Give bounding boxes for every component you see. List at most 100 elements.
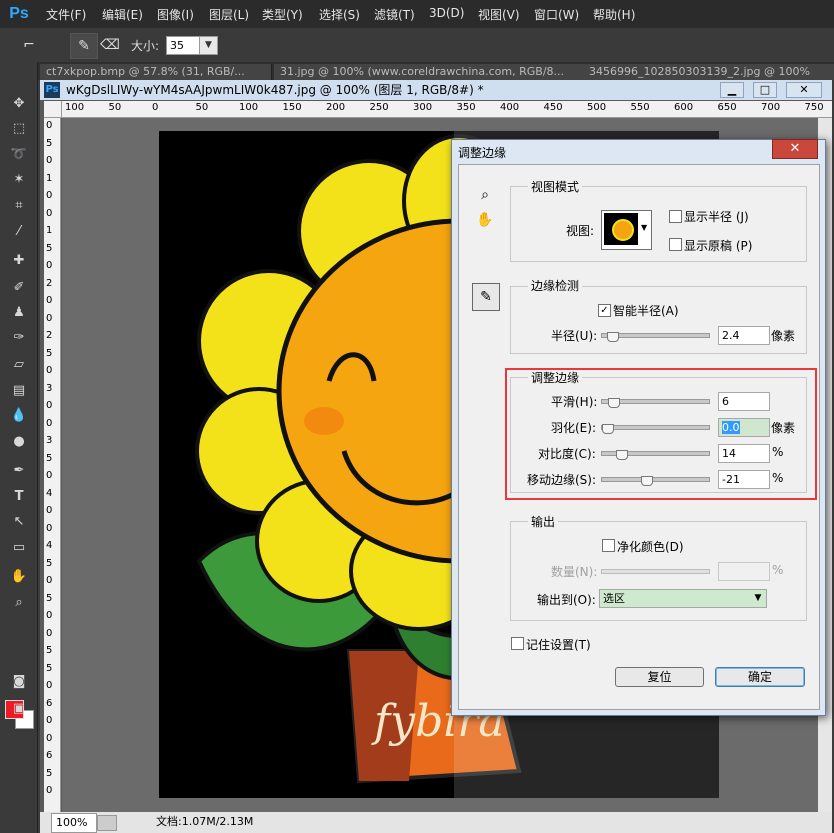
output-to-label: 输出到(O): bbox=[537, 593, 596, 607]
screen-mode-icon[interactable]: ▣ bbox=[8, 699, 30, 719]
decontaminate-checkbox[interactable] bbox=[602, 539, 615, 552]
ruler-top-tick-label: 400 bbox=[500, 102, 520, 113]
menu-3d[interactable]: 3D(D) bbox=[429, 6, 464, 20]
refine-radius-tool-icon[interactable]: ✎ bbox=[472, 283, 500, 311]
menu-image[interactable]: 图像(I) bbox=[157, 6, 194, 23]
menu-edit[interactable]: 编辑(E) bbox=[102, 6, 143, 23]
refine-radius-tool-icon[interactable]: ✎ bbox=[70, 33, 98, 59]
ruler-left-tick-label: 3 bbox=[46, 435, 53, 446]
move-tool-icon[interactable]: ✥ bbox=[8, 94, 30, 114]
history-brush-tool-icon[interactable]: ✑ bbox=[8, 328, 30, 348]
crop-tool-icon[interactable]: ⌗ bbox=[8, 196, 30, 216]
maximize-icon[interactable]: □ bbox=[753, 82, 777, 98]
chevron-down-icon[interactable]: ▼ bbox=[199, 36, 218, 55]
menu-layer[interactable]: 图层(L) bbox=[209, 6, 249, 23]
brush-tool-icon[interactable]: ✐ bbox=[8, 278, 30, 298]
tab-document-1[interactable]: ct7xkpop.bmp @ 57.8% (31, RGB/... bbox=[40, 64, 272, 80]
ruler-left-tick-label: 5 bbox=[46, 662, 53, 674]
ruler-left-tick-label: 0 bbox=[46, 610, 53, 621]
ruler-left-tick-label: 5 bbox=[46, 242, 53, 254]
dialog-close-button[interactable]: ✕ bbox=[772, 139, 818, 159]
ruler-top-tick-label: 650 bbox=[717, 102, 737, 113]
menu-window[interactable]: 窗口(W) bbox=[534, 6, 579, 23]
highlight-box bbox=[505, 368, 817, 500]
reset-button[interactable]: 复位 bbox=[615, 667, 704, 687]
zoom-tool-icon[interactable]: ⌕ bbox=[8, 593, 30, 613]
size-input[interactable]: 35 bbox=[166, 36, 201, 55]
pen-tool-icon[interactable]: ✒ bbox=[8, 461, 30, 481]
ruler-left-tick-label: 0 bbox=[46, 155, 53, 166]
radius-input[interactable]: 2.4 bbox=[718, 326, 770, 345]
tab-document-3[interactable]: 3456996_102850303139_2.jpg @ 100% bbox=[583, 64, 834, 80]
brush-preset-icon[interactable]: ⌐ bbox=[16, 33, 42, 57]
menu-file[interactable]: 文件(F) bbox=[46, 6, 86, 23]
lasso-tool-icon[interactable]: ➰ bbox=[8, 145, 30, 165]
size-label: 大小: bbox=[131, 39, 160, 53]
shape-tool-icon[interactable]: ▭ bbox=[8, 538, 30, 558]
gradient-tool-icon[interactable]: ▤ bbox=[8, 381, 30, 401]
ruler-left-tick-label: 0 bbox=[46, 312, 53, 324]
eraser-tool-icon[interactable]: ▱ bbox=[8, 355, 30, 375]
toolbox: ✥ ⬚ ➰ ✶ ⌗ ⁄ ✚ ✐ ♟ ✑ ▱ ▤ 💧 ● ✒ T ↖ ▭ ✋ ⌕ … bbox=[0, 62, 38, 833]
output-label: 输出 bbox=[528, 513, 559, 530]
document-size: 文档:1.07M/2.13M bbox=[156, 815, 254, 828]
clone-stamp-tool-icon[interactable]: ♟ bbox=[8, 303, 30, 323]
radius-slider[interactable] bbox=[601, 332, 710, 342]
menu-help[interactable]: 帮助(H) bbox=[593, 6, 635, 23]
view-mode-selector[interactable]: ▼ bbox=[601, 210, 652, 250]
chevron-down-icon: ▼ bbox=[641, 223, 648, 232]
status-arrow-icon[interactable] bbox=[97, 815, 117, 831]
marquee-tool-icon[interactable]: ⬚ bbox=[8, 119, 30, 139]
erase-refinements-tool-icon[interactable]: ⌫ bbox=[97, 33, 123, 57]
ruler-origin[interactable] bbox=[44, 101, 62, 118]
hand-tool-icon[interactable]: ✋ bbox=[8, 567, 30, 587]
remember-settings-checkbox[interactable] bbox=[511, 637, 524, 650]
magic-wand-tool-icon[interactable]: ✶ bbox=[8, 170, 30, 190]
chevron-down-icon[interactable]: ▼ bbox=[751, 590, 765, 607]
ruler-left-tick-label: 0 bbox=[46, 680, 53, 691]
show-original-checkbox[interactable] bbox=[669, 238, 682, 251]
ruler-top-tick-label: 100 bbox=[239, 102, 259, 113]
close-icon[interactable]: ✕ bbox=[786, 82, 822, 98]
ruler-left-tick-label: 1 bbox=[46, 225, 53, 236]
eyedropper-tool-icon[interactable]: ⁄ bbox=[8, 222, 30, 242]
path-selection-tool-icon[interactable]: ↖ bbox=[8, 512, 30, 532]
tab-document-2[interactable]: 31.jpg @ 100% (www.coreldrawchina.com, R… bbox=[274, 64, 596, 80]
amount-input bbox=[718, 562, 770, 581]
ruler-left-tick-label: 5 bbox=[46, 557, 53, 569]
hand-tool-icon[interactable]: ✋ bbox=[476, 212, 494, 230]
ruler-left-tick-label: 4 bbox=[46, 540, 53, 551]
smart-radius-checkbox[interactable]: ✓ bbox=[598, 304, 611, 317]
ruler-top-tick-label: 500 bbox=[587, 102, 607, 113]
ruler-left-tick-label: 5 bbox=[46, 452, 53, 464]
ok-button[interactable]: 确定 bbox=[715, 667, 805, 687]
minimize-icon[interactable]: ▁ bbox=[720, 82, 744, 98]
blur-tool-icon[interactable]: 💧 bbox=[8, 406, 30, 426]
smart-radius-label: 智能半径(A) bbox=[613, 304, 679, 318]
ruler-left-tick-label: 5 bbox=[46, 137, 53, 149]
show-radius-checkbox[interactable] bbox=[669, 210, 682, 223]
ruler-top-tick-label: 150 bbox=[282, 102, 302, 113]
radius-unit: 像素 bbox=[771, 329, 796, 343]
menu-type[interactable]: 类型(Y) bbox=[262, 6, 303, 23]
menu-view[interactable]: 视图(V) bbox=[478, 6, 520, 23]
ruler-top-tick-label: 100 bbox=[65, 102, 85, 113]
output-to-select[interactable]: 选区 bbox=[599, 589, 767, 608]
dodge-tool-icon[interactable]: ● bbox=[8, 432, 30, 452]
ruler-left-tick-label: 5 bbox=[46, 645, 53, 656]
healing-brush-tool-icon[interactable]: ✚ bbox=[8, 251, 30, 271]
menu-select[interactable]: 选择(S) bbox=[319, 6, 360, 23]
zoom-input[interactable]: 100% bbox=[51, 813, 97, 833]
radius-slider-thumb[interactable] bbox=[606, 332, 619, 342]
ruler-left-tick-label: 6 bbox=[46, 697, 53, 709]
menu-filter[interactable]: 滤镜(T) bbox=[374, 6, 415, 23]
quick-mask-icon[interactable]: ◙ bbox=[8, 672, 30, 692]
ruler-left-tick-label: 0 bbox=[46, 732, 53, 744]
ruler-left-tick-label: 2 bbox=[46, 330, 53, 341]
ruler-left-tick-label: 0 bbox=[46, 417, 53, 429]
ruler-left-tick-label: 0 bbox=[46, 260, 53, 271]
zoom-tool-icon[interactable]: ⌕ bbox=[476, 187, 494, 205]
type-tool-icon[interactable]: T bbox=[8, 487, 30, 507]
ruler-left-tick-label: 0 bbox=[46, 575, 53, 586]
view-mode-group bbox=[510, 186, 807, 262]
